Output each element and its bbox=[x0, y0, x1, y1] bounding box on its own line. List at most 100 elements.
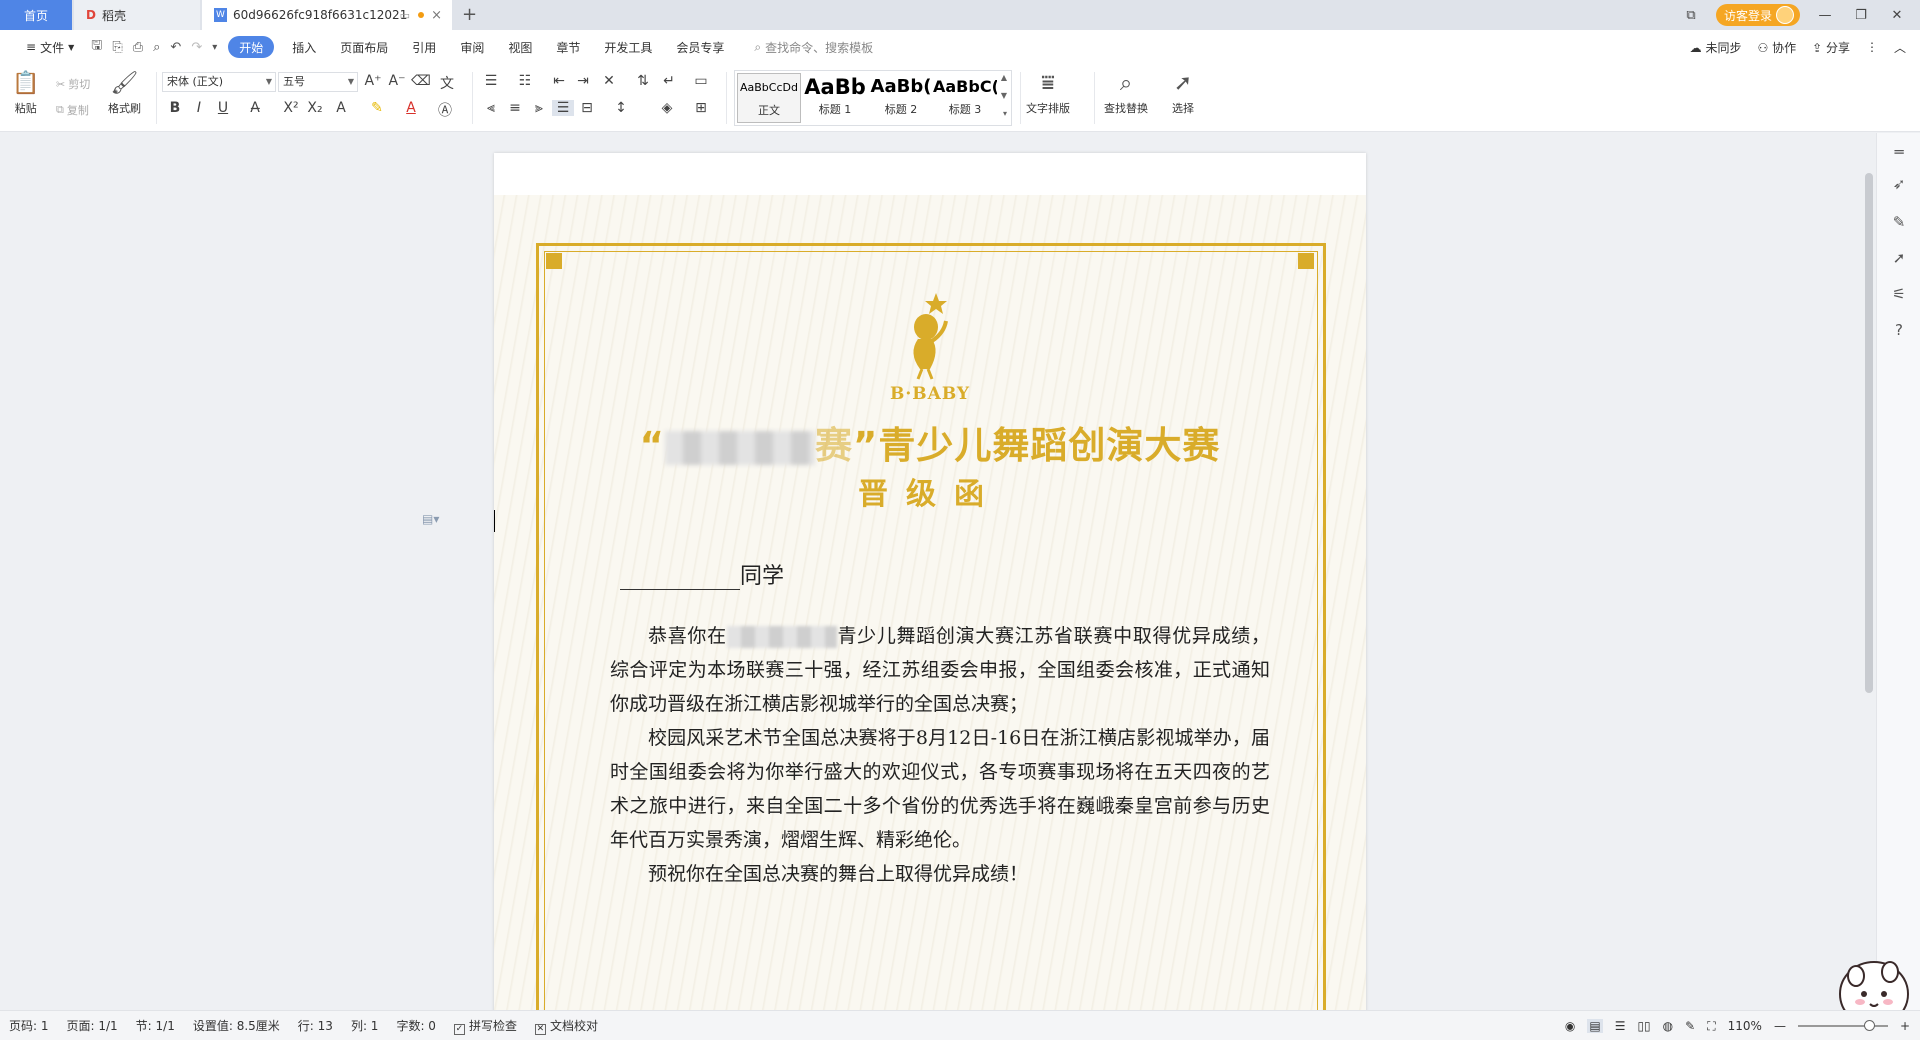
web-view-icon[interactable]: ◍ bbox=[1663, 1019, 1673, 1033]
superscript-icon[interactable]: X² bbox=[280, 100, 302, 116]
format-painter-button[interactable]: 🖌 格式刷 bbox=[108, 68, 141, 116]
borders-icon[interactable]: ⊞ bbox=[690, 100, 712, 116]
distribute-icon[interactable]: ⊟ bbox=[576, 100, 598, 116]
show-marks-icon[interactable]: ↵ bbox=[658, 73, 680, 89]
copy-button[interactable]: ⧉ 复制 bbox=[56, 102, 89, 118]
line-spacing-icon[interactable]: ↕ bbox=[610, 100, 632, 116]
status-pages[interactable]: 页面: 1/1 bbox=[58, 1017, 127, 1034]
menu-insert[interactable]: 插入 bbox=[280, 36, 328, 58]
status-setting[interactable]: 设置值: 8.5厘米 bbox=[184, 1017, 289, 1034]
select-button[interactable]: ➚ 选择 bbox=[1172, 68, 1194, 116]
eye-protect-icon[interactable]: ◉ bbox=[1565, 1019, 1575, 1033]
status-row[interactable]: 行: 13 bbox=[289, 1017, 342, 1034]
sync-button[interactable]: ☁ 未同步 bbox=[1690, 39, 1742, 56]
numbering-icon[interactable]: ☷ bbox=[514, 73, 536, 89]
paste-button[interactable]: 📋 粘贴 bbox=[12, 68, 39, 116]
shrink-font-icon[interactable]: A⁻ bbox=[386, 73, 408, 89]
increase-indent-icon[interactable]: ⇥ bbox=[572, 73, 594, 89]
settings-sliders-icon[interactable]: ⚟ bbox=[1889, 285, 1909, 305]
chinese-layout-icon[interactable]: ✕ bbox=[598, 73, 620, 89]
phonetic-icon[interactable]: 文 bbox=[436, 73, 458, 93]
collaborate-button[interactable]: ⚇ 协作 bbox=[1757, 39, 1796, 56]
find-replace-button[interactable]: ⌕ 查找替换 bbox=[1104, 68, 1148, 116]
menu-review[interactable]: 审阅 bbox=[448, 36, 496, 58]
file-menu[interactable]: ≡ 文件 ▼ bbox=[14, 36, 86, 58]
save-icon[interactable]: 🖫 bbox=[86, 36, 107, 58]
justify-icon[interactable]: ☰ bbox=[552, 100, 574, 116]
help-icon[interactable]: ? bbox=[1889, 321, 1909, 341]
vertical-scrollbar[interactable] bbox=[1862, 133, 1876, 1010]
status-col[interactable]: 列: 1 bbox=[342, 1017, 388, 1034]
font-name-select[interactable]: 宋体 (正文) ▼ bbox=[162, 72, 276, 92]
clear-format-icon[interactable]: ⌫ bbox=[410, 73, 432, 89]
write-view-icon[interactable]: ✎ bbox=[1685, 1019, 1695, 1033]
sort-icon[interactable]: ⇅ bbox=[632, 73, 654, 89]
spell-check-toggle[interactable]: ✓ 拼写检查 bbox=[445, 1017, 526, 1035]
style-normal[interactable]: AaBbCcDd 正文 bbox=[737, 73, 801, 123]
paragraph-options-icon[interactable]: ▤▾ bbox=[422, 512, 439, 526]
align-right-icon[interactable]: ⫸ bbox=[528, 100, 550, 116]
document-page[interactable]: B·BABY “ 赛”青少儿舞蹈创演大赛 晋级函 同学 恭喜你在 青少儿舞蹈创演大赛… bbox=[494, 153, 1366, 1010]
zoom-slider[interactable] bbox=[1797, 1020, 1888, 1031]
fit-page-icon[interactable]: ⛶ bbox=[1707, 1019, 1715, 1034]
collapse-ribbon-icon[interactable]: ︿ bbox=[1894, 39, 1906, 56]
gallery-up-icon[interactable]: ▲ bbox=[1001, 73, 1007, 82]
command-search[interactable]: ⌕ 查找命令、搜索模板 bbox=[754, 39, 873, 56]
restore-icon[interactable]: ❐ bbox=[1850, 8, 1872, 23]
tab-home[interactable]: 首页 bbox=[0, 0, 72, 30]
export-icon[interactable]: ⎘ bbox=[107, 40, 127, 55]
highlight-icon[interactable]: ✎ bbox=[366, 100, 388, 116]
redo-icon[interactable]: ↷ bbox=[186, 40, 207, 55]
strikethrough-icon[interactable]: A̶ bbox=[244, 100, 266, 116]
menu-start[interactable]: 开始 bbox=[228, 36, 275, 58]
decrease-indent-icon[interactable]: ⇤ bbox=[548, 73, 570, 89]
bold-icon[interactable]: B bbox=[164, 100, 186, 116]
print-preview-icon[interactable]: ⌕ bbox=[148, 40, 165, 55]
close-window-icon[interactable]: ✕ bbox=[1886, 8, 1908, 23]
align-center-icon[interactable]: ≡ bbox=[504, 100, 526, 116]
char-border-icon[interactable]: Ⓐ bbox=[434, 100, 456, 120]
minimize-icon[interactable]: — bbox=[1814, 8, 1836, 23]
tab-daoke[interactable]: D 稻壳 bbox=[74, 0, 200, 30]
customize-icon[interactable]: ▾ bbox=[207, 42, 222, 53]
gallery-down-icon[interactable]: ▼ bbox=[1001, 91, 1007, 100]
gallery-more-icon[interactable]: ▾ bbox=[1003, 109, 1007, 118]
subscript-icon[interactable]: X₂ bbox=[304, 100, 326, 116]
text-effect-icon[interactable]: A bbox=[330, 100, 352, 116]
layout-switch-icon[interactable]: ⧉ bbox=[1680, 8, 1702, 23]
scroll-thumb[interactable] bbox=[1865, 173, 1873, 693]
table-tools-icon[interactable]: ▭ bbox=[690, 73, 712, 89]
print-icon[interactable]: ⎙ bbox=[128, 40, 148, 55]
page-view-icon[interactable]: ▤ bbox=[1587, 1019, 1603, 1033]
menu-member[interactable]: 会员专享 bbox=[664, 36, 736, 58]
proofread-button[interactable]: ✕ 文档校对 bbox=[526, 1017, 607, 1035]
sidebar-toggle-icon[interactable]: ═ bbox=[1889, 143, 1909, 163]
underline-icon[interactable]: U bbox=[212, 100, 234, 116]
zoom-in-icon[interactable]: + bbox=[1900, 1019, 1910, 1033]
shading-icon[interactable]: ◈ bbox=[656, 100, 678, 116]
style-heading-3[interactable]: AaBbC( 标题 3 bbox=[933, 73, 997, 123]
more-icon[interactable]: ⋮ bbox=[1866, 40, 1878, 54]
menu-page-layout[interactable]: 页面布局 bbox=[328, 36, 400, 58]
login-button[interactable]: 访客登录 bbox=[1715, 4, 1800, 26]
bullets-icon[interactable]: ☰ bbox=[480, 73, 502, 89]
zoom-level[interactable]: 110% bbox=[1728, 1019, 1762, 1033]
style-heading-2[interactable]: AaBb( 标题 2 bbox=[869, 73, 933, 123]
share-button[interactable]: ⇪ 分享 bbox=[1812, 39, 1850, 56]
menu-developer[interactable]: 开发工具 bbox=[592, 36, 664, 58]
new-tab-button[interactable]: + bbox=[462, 4, 477, 25]
menu-references[interactable]: 引用 bbox=[400, 36, 448, 58]
cut-button[interactable]: ✂ 剪切 bbox=[56, 76, 90, 92]
close-tab-icon[interactable]: × bbox=[431, 8, 442, 23]
document-workspace[interactable]: B·BABY “ 赛”青少儿舞蹈创演大赛 晋级函 同学 恭喜你在 青少儿舞蹈创演大赛… bbox=[0, 133, 1868, 1010]
italic-icon[interactable]: I bbox=[188, 100, 210, 116]
status-section[interactable]: 节: 1/1 bbox=[127, 1017, 184, 1034]
status-page[interactable]: 页码: 1 bbox=[0, 1017, 58, 1034]
status-words[interactable]: 字数: 0 bbox=[387, 1017, 445, 1034]
pointer-icon[interactable]: ➚ bbox=[1889, 249, 1909, 269]
align-left-icon[interactable]: ⫷ bbox=[480, 100, 502, 116]
font-color-icon[interactable]: A bbox=[400, 100, 422, 116]
outline-view-icon[interactable]: ☰ bbox=[1615, 1019, 1626, 1033]
pen-icon[interactable]: ✎ bbox=[1889, 213, 1909, 233]
tab-document[interactable]: W 60d96626fc918f6631c12021 ▭ × bbox=[202, 0, 452, 30]
